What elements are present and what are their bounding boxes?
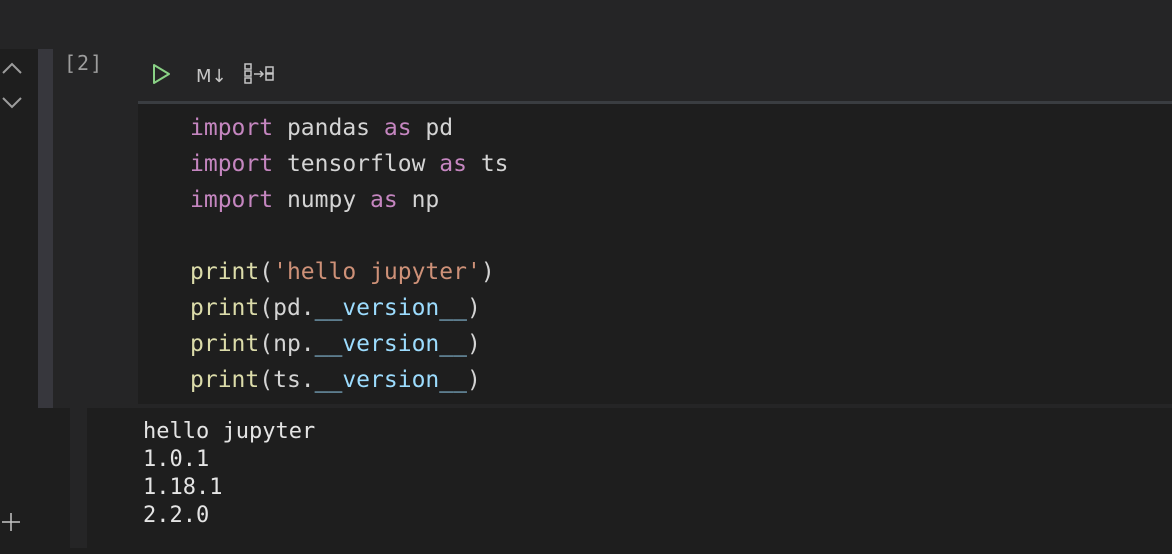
- code-token: tensorflow: [273, 151, 440, 177]
- cell-left-pane: [53, 49, 138, 408]
- code-line[interactable]: print(ts.__version__): [190, 364, 481, 396]
- code-token: (np.: [259, 331, 315, 357]
- code-line[interactable]: import pandas as pd: [190, 112, 453, 144]
- cell-toolbar: [138, 49, 1172, 101]
- play-icon: [150, 62, 172, 90]
- cell-selection-bar[interactable]: [38, 49, 53, 408]
- split-cell-button[interactable]: [243, 62, 277, 90]
- code-token: print: [190, 331, 260, 357]
- code-token: __version__: [314, 331, 467, 357]
- code-token: print: [190, 259, 260, 285]
- code-token: 'hello jupyter': [273, 259, 481, 285]
- output-line: hello jupyter: [143, 419, 316, 444]
- code-token: as: [370, 187, 398, 213]
- left-gutter: [0, 49, 38, 554]
- code-token: ): [466, 331, 481, 357]
- code-token: import: [190, 115, 274, 141]
- output-bar: [70, 408, 87, 548]
- code-line[interactable]: import numpy as np: [190, 184, 439, 216]
- code-line[interactable]: print(pd.__version__): [190, 292, 481, 324]
- code-line[interactable]: print('hello jupyter'): [190, 256, 495, 288]
- code-token: as: [383, 115, 412, 141]
- code-token: np: [397, 187, 440, 213]
- add-cell-button[interactable]: [0, 512, 22, 536]
- code-token: print: [190, 367, 260, 393]
- editor-bottom-border: [138, 404, 1172, 408]
- run-cell-button[interactable]: [150, 62, 172, 90]
- code-token: as: [439, 151, 467, 177]
- split-cell-icon: [243, 61, 277, 91]
- code-token: import: [190, 151, 274, 177]
- output-line: 1.0.1: [143, 447, 210, 472]
- markdown-label: M↓: [196, 65, 227, 87]
- code-token: __version__: [314, 367, 467, 393]
- plus-icon: [1, 512, 21, 536]
- code-token: pandas: [273, 115, 384, 141]
- chevron-down-icon[interactable]: [0, 93, 24, 113]
- chevron-up-icon[interactable]: [0, 58, 24, 78]
- code-token: pd: [411, 115, 454, 141]
- code-token: ): [466, 367, 481, 393]
- notebook-top-bar: [0, 0, 1172, 49]
- code-line[interactable]: print(np.__version__): [190, 328, 481, 360]
- output-line: 1.18.1: [143, 475, 223, 500]
- code-token: (: [259, 259, 274, 285]
- code-token: print: [190, 295, 260, 321]
- code-token: ts: [466, 151, 509, 177]
- markdown-toggle-button[interactable]: M↓: [196, 62, 227, 90]
- code-token: numpy: [273, 187, 371, 213]
- output-line: 2.2.0: [143, 503, 210, 528]
- execution-count: [2]: [64, 51, 104, 75]
- code-token: import: [190, 187, 274, 213]
- code-token: ): [480, 259, 495, 285]
- code-line[interactable]: import tensorflow as ts: [190, 148, 509, 180]
- code-token: (ts.: [259, 367, 315, 393]
- code-token: ): [466, 295, 481, 321]
- code-token: (pd.: [259, 295, 315, 321]
- code-token: __version__: [314, 295, 467, 321]
